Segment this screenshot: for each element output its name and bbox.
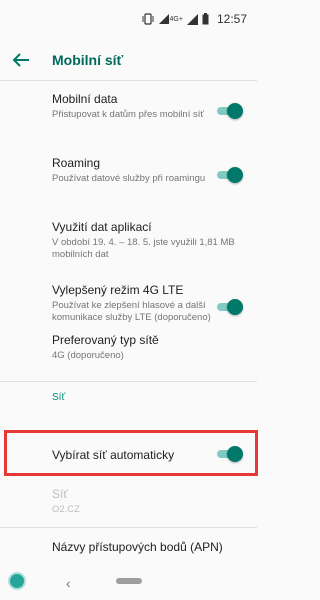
setting-network-type[interactable]: Preferovaný typ sítě 4G (doporučeno) bbox=[52, 333, 245, 362]
signal-icon bbox=[158, 13, 170, 25]
battery-icon bbox=[202, 13, 209, 25]
vibrate-icon bbox=[142, 13, 154, 25]
setting-title: Využití dat aplikací bbox=[52, 220, 152, 234]
roaming-toggle[interactable] bbox=[215, 167, 243, 183]
setting-data-usage[interactable]: Využití dat aplikací V období 19. 4. – 1… bbox=[52, 220, 245, 261]
setting-summary: 4G (doporučeno) bbox=[52, 350, 124, 361]
app-bar: Mobilní síť bbox=[0, 40, 257, 81]
setting-title: Názvy přístupových bodů (APN) bbox=[52, 540, 223, 554]
setting-summary: Používat datové služby při roamingu bbox=[52, 173, 206, 184]
page-title: Mobilní síť bbox=[52, 52, 124, 68]
setting-summary: Používat ke zlepšení hlasové a další kom… bbox=[52, 300, 211, 323]
setting-title: Síť bbox=[52, 487, 68, 501]
network-type-label: 4G+ bbox=[169, 15, 183, 23]
setting-network: Síť O2.CZ bbox=[52, 487, 245, 516]
setting-title: Vylepšený režim 4G LTE bbox=[52, 283, 184, 297]
divider bbox=[0, 381, 257, 382]
nav-back-icon[interactable]: ‹ bbox=[66, 575, 71, 591]
home-pill[interactable] bbox=[116, 578, 142, 584]
status-bar: 4G+ 12:57 bbox=[0, 0, 257, 40]
setting-title: Preferovaný typ sítě bbox=[52, 333, 159, 347]
setting-summary: V období 19. 4. – 18. 5. jste využili 1,… bbox=[52, 237, 235, 260]
mobile-data-toggle[interactable] bbox=[215, 103, 243, 119]
setting-summary: O2.CZ bbox=[52, 504, 80, 515]
clock: 12:57 bbox=[216, 12, 247, 26]
signal-strength-icon bbox=[186, 13, 198, 25]
setting-summary: Přistupovat k datům přes mobilní síť bbox=[52, 109, 204, 120]
lte-toggle[interactable] bbox=[215, 299, 243, 315]
setting-apn[interactable]: Názvy přístupových bodů (APN) bbox=[52, 540, 245, 555]
navigation-bar: ‹ bbox=[0, 560, 257, 600]
divider bbox=[0, 527, 257, 528]
auto-select-toggle[interactable] bbox=[215, 446, 243, 462]
assistant-icon[interactable] bbox=[10, 574, 24, 588]
section-header-network: Síť bbox=[52, 392, 66, 403]
back-arrow-icon[interactable] bbox=[12, 52, 30, 68]
